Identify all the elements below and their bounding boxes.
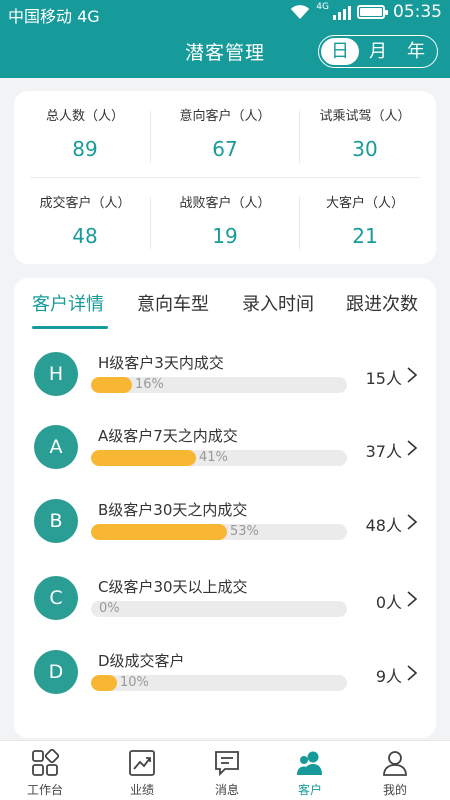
level-count: 0人 xyxy=(375,593,402,612)
progress-percent: 53% xyxy=(230,524,259,539)
network-badge: 4G xyxy=(316,2,329,12)
stat-label: 成交客户（人） xyxy=(39,196,131,211)
tab-label: 我的 xyxy=(382,783,407,797)
level-label: D级成交客户 xyxy=(98,652,185,670)
progress-percent: 10% xyxy=(120,675,149,690)
stat-lost: 战败客户（人） 19 xyxy=(155,192,295,248)
progress-bar: 16% xyxy=(91,377,347,393)
period-toggle[interactable]: 日 月 年 xyxy=(318,35,438,68)
level-count: 37人 xyxy=(365,442,402,461)
stat-intent: 意向客户（人） 67 xyxy=(155,105,295,161)
period-month[interactable]: 月 xyxy=(359,38,397,65)
stat-value: 48 xyxy=(72,224,98,248)
stat-value: 19 xyxy=(212,224,238,248)
progress-bar: 10% xyxy=(91,675,347,691)
customers-icon xyxy=(297,751,322,775)
stat-value: 89 xyxy=(72,137,98,161)
carrier-label: 中国移动 4G xyxy=(8,7,100,26)
stat-value: 30 xyxy=(352,137,378,161)
tab-label: 业绩 xyxy=(129,783,154,797)
status-bar: 中国移动 4G 4G 05:35 xyxy=(0,0,450,26)
chevron-right-icon xyxy=(407,591,418,607)
stats-card: 总人数（人） 89 意向客户（人） 67 试乘试驾（人） 30 成交客户（人） … xyxy=(14,91,436,264)
divider xyxy=(30,177,420,178)
stat-label: 大客户（人） xyxy=(325,196,404,211)
tab-messages[interactable]: 消息 xyxy=(182,741,272,800)
stat-total: 总人数（人） 89 xyxy=(15,105,155,161)
tab-entry-time[interactable]: 录入时间 xyxy=(242,290,314,316)
tab-follow-up-count[interactable]: 跟进次数 xyxy=(346,290,418,316)
progress-fill xyxy=(91,675,117,691)
period-year[interactable]: 年 xyxy=(397,38,435,65)
customer-detail-card: 客户详情 意向车型 录入时间 跟进次数 H H级客户3天内成交 16% 15人 … xyxy=(14,278,436,738)
progress-fill xyxy=(91,450,196,466)
chevron-right-icon xyxy=(407,440,418,456)
tab-customers[interactable]: 客户 xyxy=(265,741,355,800)
level-row-h[interactable]: H H级客户3天内成交 16% 15人 xyxy=(14,352,436,412)
tab-label: 消息 xyxy=(214,783,239,797)
level-avatar: A xyxy=(34,425,78,469)
tab-performance[interactable]: 业绩 xyxy=(97,741,187,800)
progress-bar: 0% xyxy=(91,601,347,617)
tab-label: 客户 xyxy=(297,783,322,797)
level-row-b[interactable]: B B级客户30天之内成交 53% 48人 xyxy=(14,499,436,559)
level-count: 15人 xyxy=(365,369,402,388)
stat-key-account: 大客户（人） 21 xyxy=(295,192,435,248)
stat-label: 战败客户（人） xyxy=(179,196,271,211)
level-count: 9人 xyxy=(375,667,402,686)
signal-icon xyxy=(333,4,351,20)
stat-value: 67 xyxy=(212,137,238,161)
chevron-right-icon xyxy=(407,367,418,383)
bottom-tab-bar: 工作台 业绩 消息 客户 我的 xyxy=(0,740,450,800)
level-row-c[interactable]: C C级客户30天以上成交 0% 0人 xyxy=(14,576,436,636)
clock: 05:35 xyxy=(393,2,442,22)
level-avatar: H xyxy=(34,352,78,396)
stat-label: 总人数（人） xyxy=(45,109,124,124)
divider xyxy=(150,111,151,163)
chevron-right-icon xyxy=(407,514,418,530)
progress-bar: 41% xyxy=(91,450,347,466)
divider xyxy=(150,197,151,249)
tab-customer-detail[interactable]: 客户详情 xyxy=(32,290,104,316)
divider xyxy=(299,197,300,249)
trend-chart-icon xyxy=(129,750,155,776)
stat-label: 意向客户（人） xyxy=(179,109,271,124)
level-avatar: B xyxy=(34,499,78,543)
period-day[interactable]: 日 xyxy=(321,38,359,65)
stat-value: 21 xyxy=(352,224,378,248)
progress-percent: 41% xyxy=(199,450,228,465)
detail-tabs: 客户详情 意向车型 录入时间 跟进次数 xyxy=(14,278,436,330)
tab-workbench[interactable]: 工作台 xyxy=(0,741,90,800)
level-label: B级客户30天之内成交 xyxy=(98,501,248,519)
divider xyxy=(299,111,300,163)
wifi-icon xyxy=(291,5,310,20)
header-bar: 中国移动 4G 4G 05:35 潜客管理 日 月 年 xyxy=(0,0,450,78)
level-avatar: C xyxy=(34,576,78,620)
level-row-a[interactable]: A A级客户7天之内成交 41% 37人 xyxy=(14,425,436,485)
level-count: 48人 xyxy=(365,516,402,535)
stat-test-drive: 试乘试驾（人） 30 xyxy=(295,105,435,161)
tab-label: 工作台 xyxy=(26,783,63,797)
level-label: A级客户7天之内成交 xyxy=(98,427,238,445)
progress-fill xyxy=(91,377,132,393)
level-label: C级客户30天以上成交 xyxy=(98,578,248,596)
message-icon xyxy=(215,751,239,777)
level-avatar: D xyxy=(34,650,78,694)
level-label: H级客户3天内成交 xyxy=(98,354,224,372)
tab-profile[interactable]: 我的 xyxy=(350,741,440,800)
progress-bar: 53% xyxy=(91,524,347,540)
chevron-right-icon xyxy=(407,665,418,681)
progress-percent: 0% xyxy=(99,601,120,616)
stat-label: 试乘试驾（人） xyxy=(319,109,411,124)
progress-percent: 16% xyxy=(135,377,164,392)
battery-icon xyxy=(357,5,388,19)
tab-intended-model[interactable]: 意向车型 xyxy=(137,290,209,316)
active-tab-indicator xyxy=(32,326,108,329)
level-row-d[interactable]: D D级成交客户 10% 9人 xyxy=(14,650,436,710)
progress-fill xyxy=(91,524,227,540)
stat-closed: 成交客户（人） 48 xyxy=(15,192,155,248)
person-icon xyxy=(383,751,407,776)
status-icons: 4G 05:35 xyxy=(290,2,442,22)
grid-icon xyxy=(32,749,59,776)
